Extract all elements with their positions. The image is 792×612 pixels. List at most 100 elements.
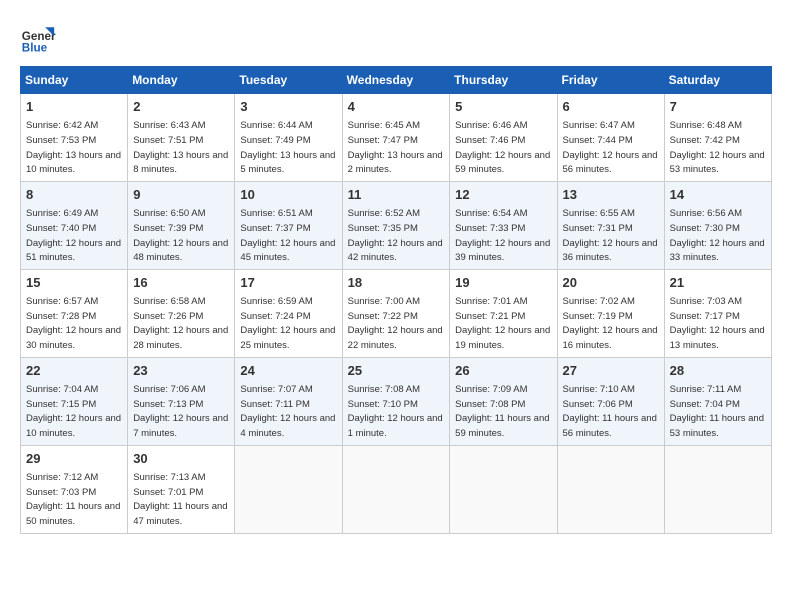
day-info: Sunrise: 6:54 AMSunset: 7:33 PMDaylight:… [455,208,550,263]
logo-icon: General Blue [20,20,56,56]
logo: General Blue [20,20,56,56]
calendar-cell: 13 Sunrise: 6:55 AMSunset: 7:31 PMDaylig… [557,181,664,269]
day-number: 15 [26,274,122,292]
weekday-header-tuesday: Tuesday [235,67,342,94]
calendar-cell: 21 Sunrise: 7:03 AMSunset: 7:17 PMDaylig… [664,269,771,357]
svg-text:Blue: Blue [22,42,48,55]
day-info: Sunrise: 7:09 AMSunset: 7:08 PMDaylight:… [455,384,549,439]
day-info: Sunrise: 7:01 AMSunset: 7:21 PMDaylight:… [455,296,550,351]
calendar-cell: 9 Sunrise: 6:50 AMSunset: 7:39 PMDayligh… [128,181,235,269]
calendar-cell: 3 Sunrise: 6:44 AMSunset: 7:49 PMDayligh… [235,94,342,182]
calendar-cell: 18 Sunrise: 7:00 AMSunset: 7:22 PMDaylig… [342,269,450,357]
day-info: Sunrise: 6:59 AMSunset: 7:24 PMDaylight:… [240,296,335,351]
day-info: Sunrise: 6:56 AMSunset: 7:30 PMDaylight:… [670,208,765,263]
day-info: Sunrise: 7:06 AMSunset: 7:13 PMDaylight:… [133,384,228,439]
day-info: Sunrise: 7:00 AMSunset: 7:22 PMDaylight:… [348,296,443,351]
day-number: 24 [240,362,336,380]
calendar-cell: 25 Sunrise: 7:08 AMSunset: 7:10 PMDaylig… [342,357,450,445]
calendar-cell [664,445,771,533]
calendar-cell: 24 Sunrise: 7:07 AMSunset: 7:11 PMDaylig… [235,357,342,445]
day-number: 3 [240,98,336,116]
calendar-cell: 16 Sunrise: 6:58 AMSunset: 7:26 PMDaylig… [128,269,235,357]
day-info: Sunrise: 6:50 AMSunset: 7:39 PMDaylight:… [133,208,228,263]
day-info: Sunrise: 6:51 AMSunset: 7:37 PMDaylight:… [240,208,335,263]
page-header: General Blue [20,20,772,56]
calendar-cell: 26 Sunrise: 7:09 AMSunset: 7:08 PMDaylig… [450,357,557,445]
day-number: 26 [455,362,551,380]
day-number: 18 [348,274,445,292]
day-info: Sunrise: 7:04 AMSunset: 7:15 PMDaylight:… [26,384,121,439]
day-info: Sunrise: 7:13 AMSunset: 7:01 PMDaylight:… [133,472,227,527]
calendar-week-row: 22 Sunrise: 7:04 AMSunset: 7:15 PMDaylig… [21,357,772,445]
day-info: Sunrise: 6:44 AMSunset: 7:49 PMDaylight:… [240,120,335,175]
day-number: 27 [563,362,659,380]
day-number: 9 [133,186,229,204]
day-number: 22 [26,362,122,380]
calendar-cell: 8 Sunrise: 6:49 AMSunset: 7:40 PMDayligh… [21,181,128,269]
calendar-cell: 4 Sunrise: 6:45 AMSunset: 7:47 PMDayligh… [342,94,450,182]
day-number: 23 [133,362,229,380]
day-number: 13 [563,186,659,204]
day-info: Sunrise: 7:02 AMSunset: 7:19 PMDaylight:… [563,296,658,351]
day-info: Sunrise: 7:12 AMSunset: 7:03 PMDaylight:… [26,472,120,527]
weekday-header-sunday: Sunday [21,67,128,94]
day-number: 30 [133,450,229,468]
calendar-cell: 12 Sunrise: 6:54 AMSunset: 7:33 PMDaylig… [450,181,557,269]
day-info: Sunrise: 6:47 AMSunset: 7:44 PMDaylight:… [563,120,658,175]
day-number: 11 [348,186,445,204]
calendar-cell [235,445,342,533]
calendar-week-row: 29 Sunrise: 7:12 AMSunset: 7:03 PMDaylig… [21,445,772,533]
day-info: Sunrise: 6:43 AMSunset: 7:51 PMDaylight:… [133,120,228,175]
day-info: Sunrise: 7:10 AMSunset: 7:06 PMDaylight:… [563,384,657,439]
weekday-header-wednesday: Wednesday [342,67,450,94]
day-info: Sunrise: 6:46 AMSunset: 7:46 PMDaylight:… [455,120,550,175]
day-number: 12 [455,186,551,204]
day-number: 28 [670,362,766,380]
day-number: 5 [455,98,551,116]
calendar-cell [557,445,664,533]
day-info: Sunrise: 7:07 AMSunset: 7:11 PMDaylight:… [240,384,335,439]
day-info: Sunrise: 7:08 AMSunset: 7:10 PMDaylight:… [348,384,443,439]
day-number: 10 [240,186,336,204]
calendar-cell [342,445,450,533]
day-info: Sunrise: 6:45 AMSunset: 7:47 PMDaylight:… [348,120,443,175]
weekday-header-saturday: Saturday [664,67,771,94]
calendar-cell: 14 Sunrise: 6:56 AMSunset: 7:30 PMDaylig… [664,181,771,269]
calendar-cell: 20 Sunrise: 7:02 AMSunset: 7:19 PMDaylig… [557,269,664,357]
day-info: Sunrise: 6:42 AMSunset: 7:53 PMDaylight:… [26,120,121,175]
day-info: Sunrise: 6:49 AMSunset: 7:40 PMDaylight:… [26,208,121,263]
day-number: 8 [26,186,122,204]
calendar-cell: 19 Sunrise: 7:01 AMSunset: 7:21 PMDaylig… [450,269,557,357]
calendar-cell: 2 Sunrise: 6:43 AMSunset: 7:51 PMDayligh… [128,94,235,182]
calendar-cell: 6 Sunrise: 6:47 AMSunset: 7:44 PMDayligh… [557,94,664,182]
calendar-week-row: 1 Sunrise: 6:42 AMSunset: 7:53 PMDayligh… [21,94,772,182]
calendar-table: SundayMondayTuesdayWednesdayThursdayFrid… [20,66,772,534]
calendar-cell: 30 Sunrise: 7:13 AMSunset: 7:01 PMDaylig… [128,445,235,533]
day-info: Sunrise: 6:48 AMSunset: 7:42 PMDaylight:… [670,120,765,175]
calendar-cell: 23 Sunrise: 7:06 AMSunset: 7:13 PMDaylig… [128,357,235,445]
calendar-cell [450,445,557,533]
weekday-header-thursday: Thursday [450,67,557,94]
day-number: 21 [670,274,766,292]
day-number: 29 [26,450,122,468]
weekday-header-row: SundayMondayTuesdayWednesdayThursdayFrid… [21,67,772,94]
calendar-week-row: 8 Sunrise: 6:49 AMSunset: 7:40 PMDayligh… [21,181,772,269]
day-number: 25 [348,362,445,380]
day-number: 1 [26,98,122,116]
calendar-cell: 29 Sunrise: 7:12 AMSunset: 7:03 PMDaylig… [21,445,128,533]
calendar-cell: 17 Sunrise: 6:59 AMSunset: 7:24 PMDaylig… [235,269,342,357]
day-info: Sunrise: 6:55 AMSunset: 7:31 PMDaylight:… [563,208,658,263]
calendar-body: 1 Sunrise: 6:42 AMSunset: 7:53 PMDayligh… [21,94,772,534]
day-number: 4 [348,98,445,116]
weekday-header-monday: Monday [128,67,235,94]
day-info: Sunrise: 6:57 AMSunset: 7:28 PMDaylight:… [26,296,121,351]
day-number: 16 [133,274,229,292]
calendar-cell: 10 Sunrise: 6:51 AMSunset: 7:37 PMDaylig… [235,181,342,269]
day-number: 17 [240,274,336,292]
day-number: 19 [455,274,551,292]
day-number: 2 [133,98,229,116]
calendar-cell: 1 Sunrise: 6:42 AMSunset: 7:53 PMDayligh… [21,94,128,182]
day-number: 20 [563,274,659,292]
calendar-cell: 15 Sunrise: 6:57 AMSunset: 7:28 PMDaylig… [21,269,128,357]
day-info: Sunrise: 6:58 AMSunset: 7:26 PMDaylight:… [133,296,228,351]
